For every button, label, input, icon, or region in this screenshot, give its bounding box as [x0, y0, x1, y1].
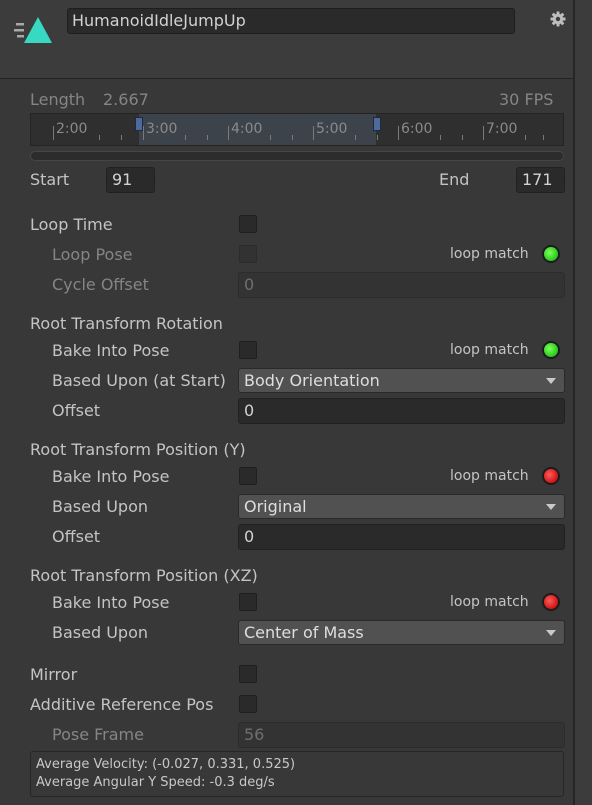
- additive-reference-pose-label: Additive Reference Pos: [30, 695, 214, 714]
- loop-match-indicator-icon: [542, 245, 560, 263]
- position-xz-based-upon-label: Based Upon: [52, 623, 148, 642]
- rotation-loop-match-label: loop match: [450, 342, 529, 358]
- timeline-minor-tick: [185, 135, 186, 140]
- timeline-tick-label: 3:00: [146, 121, 178, 137]
- timeline-minor-tick: [292, 135, 293, 140]
- loop-match-label: loop match: [450, 246, 529, 262]
- inspector-scrollbar[interactable]: [573, 0, 592, 805]
- timeline-end-handle[interactable]: [373, 117, 381, 131]
- clip-name-field[interactable]: HumanoidIdleJumpUp: [67, 8, 515, 34]
- position-y-based-upon-dropdown[interactable]: Original: [238, 494, 565, 519]
- position-xz-bake-checkbox[interactable]: [239, 593, 257, 611]
- position-y-loop-match-icon: [542, 467, 560, 485]
- timeline-minor-tick: [99, 135, 100, 140]
- timeline-tick: [398, 126, 399, 140]
- rotation-based-upon-value: Body Orientation: [244, 371, 380, 390]
- pose-frame-label: Pose Frame: [52, 725, 144, 744]
- timeline-scrollbar[interactable]: [30, 151, 564, 161]
- timeline-minor-tick: [377, 135, 378, 140]
- loop-time-label: Loop Time: [30, 215, 113, 234]
- additive-reference-pose-checkbox[interactable]: [239, 695, 257, 713]
- chevron-down-icon: [546, 378, 556, 384]
- position-xz-loop-match-icon: [542, 593, 560, 611]
- loop-pose-label: Loop Pose: [52, 245, 133, 264]
- mirror-checkbox[interactable]: [239, 665, 257, 683]
- length-label: Length: [30, 90, 86, 109]
- start-field[interactable]: 91: [106, 167, 155, 193]
- position-xz-bake-label: Bake Into Pose: [52, 593, 170, 612]
- timeline-minor-tick: [525, 135, 526, 140]
- rotation-loop-match-icon: [542, 341, 560, 359]
- position-y-bake-checkbox[interactable]: [239, 467, 257, 485]
- root-position-y-title: Root Transform Position (Y): [30, 440, 246, 459]
- timeline-tick: [143, 126, 144, 140]
- timeline-minor-tick: [270, 135, 271, 140]
- timeline-minor-tick: [462, 135, 463, 140]
- rotation-based-upon-dropdown[interactable]: Body Orientation: [238, 368, 565, 393]
- timeline-tick-label: 4:00: [231, 121, 263, 137]
- chevron-down-icon: [546, 504, 556, 510]
- start-label: Start: [30, 170, 70, 189]
- mirror-label: Mirror: [30, 665, 78, 684]
- end-label: End: [439, 170, 470, 189]
- motion-info-box: Average Velocity: (-0.027, 0.331, 0.525)…: [30, 751, 564, 797]
- position-y-based-upon-label: Based Upon: [52, 497, 148, 516]
- loop-time-checkbox[interactable]: [239, 215, 257, 233]
- timeline-minor-tick: [543, 135, 544, 140]
- rotation-bake-label: Bake Into Pose: [52, 341, 170, 360]
- gear-icon[interactable]: [550, 11, 566, 27]
- pose-frame-field: 56: [238, 722, 565, 748]
- timeline-tick: [228, 126, 229, 140]
- average-velocity-text: Average Velocity: (-0.027, 0.331, 0.525): [36, 757, 296, 772]
- root-rotation-title: Root Transform Rotation: [30, 314, 223, 333]
- timeline-ruler[interactable]: 2:00 3:00 4:00 5:00 6:00 7:00: [30, 113, 564, 146]
- fps-value: 30 FPS: [499, 90, 554, 109]
- rotation-offset-field[interactable]: 0: [238, 398, 565, 424]
- timeline-tick-label: 5:00: [316, 121, 348, 137]
- timeline-tick-label: 6:00: [401, 121, 433, 137]
- timeline-minor-tick: [355, 135, 356, 140]
- timeline-tick: [313, 126, 314, 140]
- timeline-minor-tick: [121, 135, 122, 140]
- position-y-based-upon-value: Original: [244, 497, 307, 516]
- timeline-tick: [483, 126, 484, 140]
- timeline-minor-tick: [207, 135, 208, 140]
- cycle-offset-field: 0: [238, 272, 565, 298]
- length-value: 2.667: [103, 90, 149, 109]
- rotation-based-upon-label: Based Upon (at Start): [52, 371, 226, 390]
- rotation-offset-label: Offset: [52, 401, 101, 420]
- position-y-offset-field[interactable]: 0: [238, 524, 565, 550]
- position-xz-based-upon-value: Center of Mass: [244, 623, 364, 642]
- animation-clip-icon: [14, 15, 54, 45]
- loop-pose-checkbox: [239, 245, 257, 263]
- timeline-tick-label: 7:00: [486, 121, 518, 137]
- position-y-bake-label: Bake Into Pose: [52, 467, 170, 486]
- timeline-tick-label: 2:00: [56, 121, 88, 137]
- position-y-loop-match-label: loop match: [450, 468, 529, 484]
- timeline-start-handle[interactable]: [135, 117, 143, 131]
- timeline-minor-tick: [440, 135, 441, 140]
- clip-header: HumanoidIdleJumpUp: [0, 0, 573, 79]
- cycle-offset-label: Cycle Offset: [52, 275, 149, 294]
- position-xz-loop-match-label: loop match: [450, 594, 529, 610]
- end-field[interactable]: 171: [516, 167, 565, 193]
- average-angular-speed-text: Average Angular Y Speed: -0.3 deg/s: [36, 775, 275, 790]
- timeline-tick: [53, 126, 54, 140]
- chevron-down-icon: [546, 630, 556, 636]
- position-xz-based-upon-dropdown[interactable]: Center of Mass: [238, 620, 565, 645]
- rotation-bake-checkbox[interactable]: [239, 341, 257, 359]
- root-position-xz-title: Root Transform Position (XZ): [30, 566, 258, 585]
- position-y-offset-label: Offset: [52, 527, 101, 546]
